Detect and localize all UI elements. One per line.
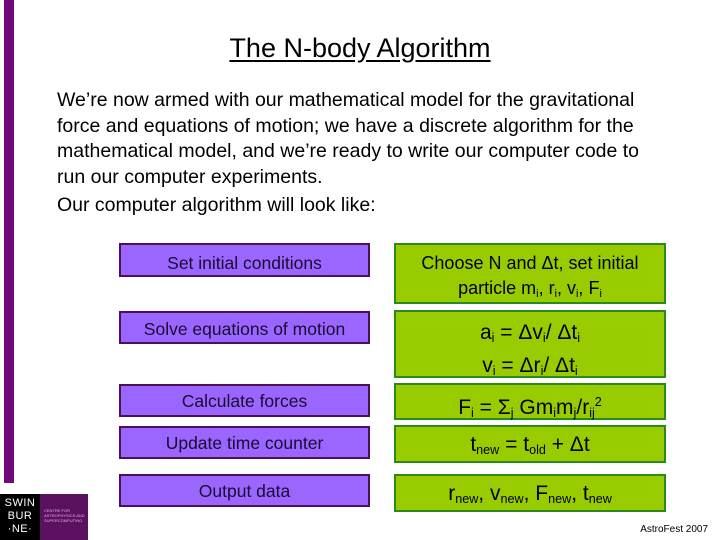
logo-tagline: CENTRE FOR ASTROPHYSICS AND SUPERCOMPUTI… (40, 494, 88, 540)
step-solve-equations: Solve equations of motion (119, 311, 370, 344)
step-output-data: Output data (119, 474, 370, 507)
step-label: Output data (198, 481, 291, 501)
step-set-initial-conditions: Set initial conditions (119, 243, 370, 277)
step-update-time: Update time counter (119, 426, 370, 459)
step-label: Calculate forces (181, 391, 308, 411)
step-label: Update time counter (165, 433, 324, 453)
detail-line: Choose N and Δt, set initial (421, 253, 639, 273)
equation-velocity: vi = Δri/ Δti (482, 354, 578, 378)
step-label: Set initial conditions (167, 253, 322, 273)
slide-title: The N-body Algorithm (229, 33, 491, 63)
footer-text: AstroFest 2007 (640, 524, 708, 535)
side-accent-bar (4, 0, 14, 483)
detail-output: rnew, vnew, Fnew, tnew (394, 474, 666, 512)
detail-line: particle mi, ri, vi, Fi (458, 278, 602, 300)
detail-initial-conditions: Choose N and Δt, set initial particle mi… (394, 243, 666, 304)
swinburne-logo: SWIN BUR ·NE· CENTRE FOR ASTROPHYSICS AND … (0, 494, 88, 540)
step-label: Solve equations of motion (143, 319, 346, 339)
intro-paragraph: We’re now armed with our mathematical mo… (57, 89, 640, 188)
step-calculate-forces: Calculate forces (119, 384, 370, 417)
equation-acceleration: ai = Δvi/ Δti (479, 321, 581, 345)
detail-time-update: tnew = told + Δt (394, 425, 666, 463)
body-text: We’re now armed with our mathematical mo… (57, 88, 657, 219)
detail-forces: Fi = Σj Gmimj/rij2 (394, 383, 666, 420)
lead-paragraph: Our computer algorithm will look like: (57, 194, 376, 216)
logo-wordmark: SWIN BUR ·NE· (0, 494, 40, 540)
detail-equations-of-motion: ai = Δvi/ Δti vi = Δri/ Δti (394, 310, 666, 378)
